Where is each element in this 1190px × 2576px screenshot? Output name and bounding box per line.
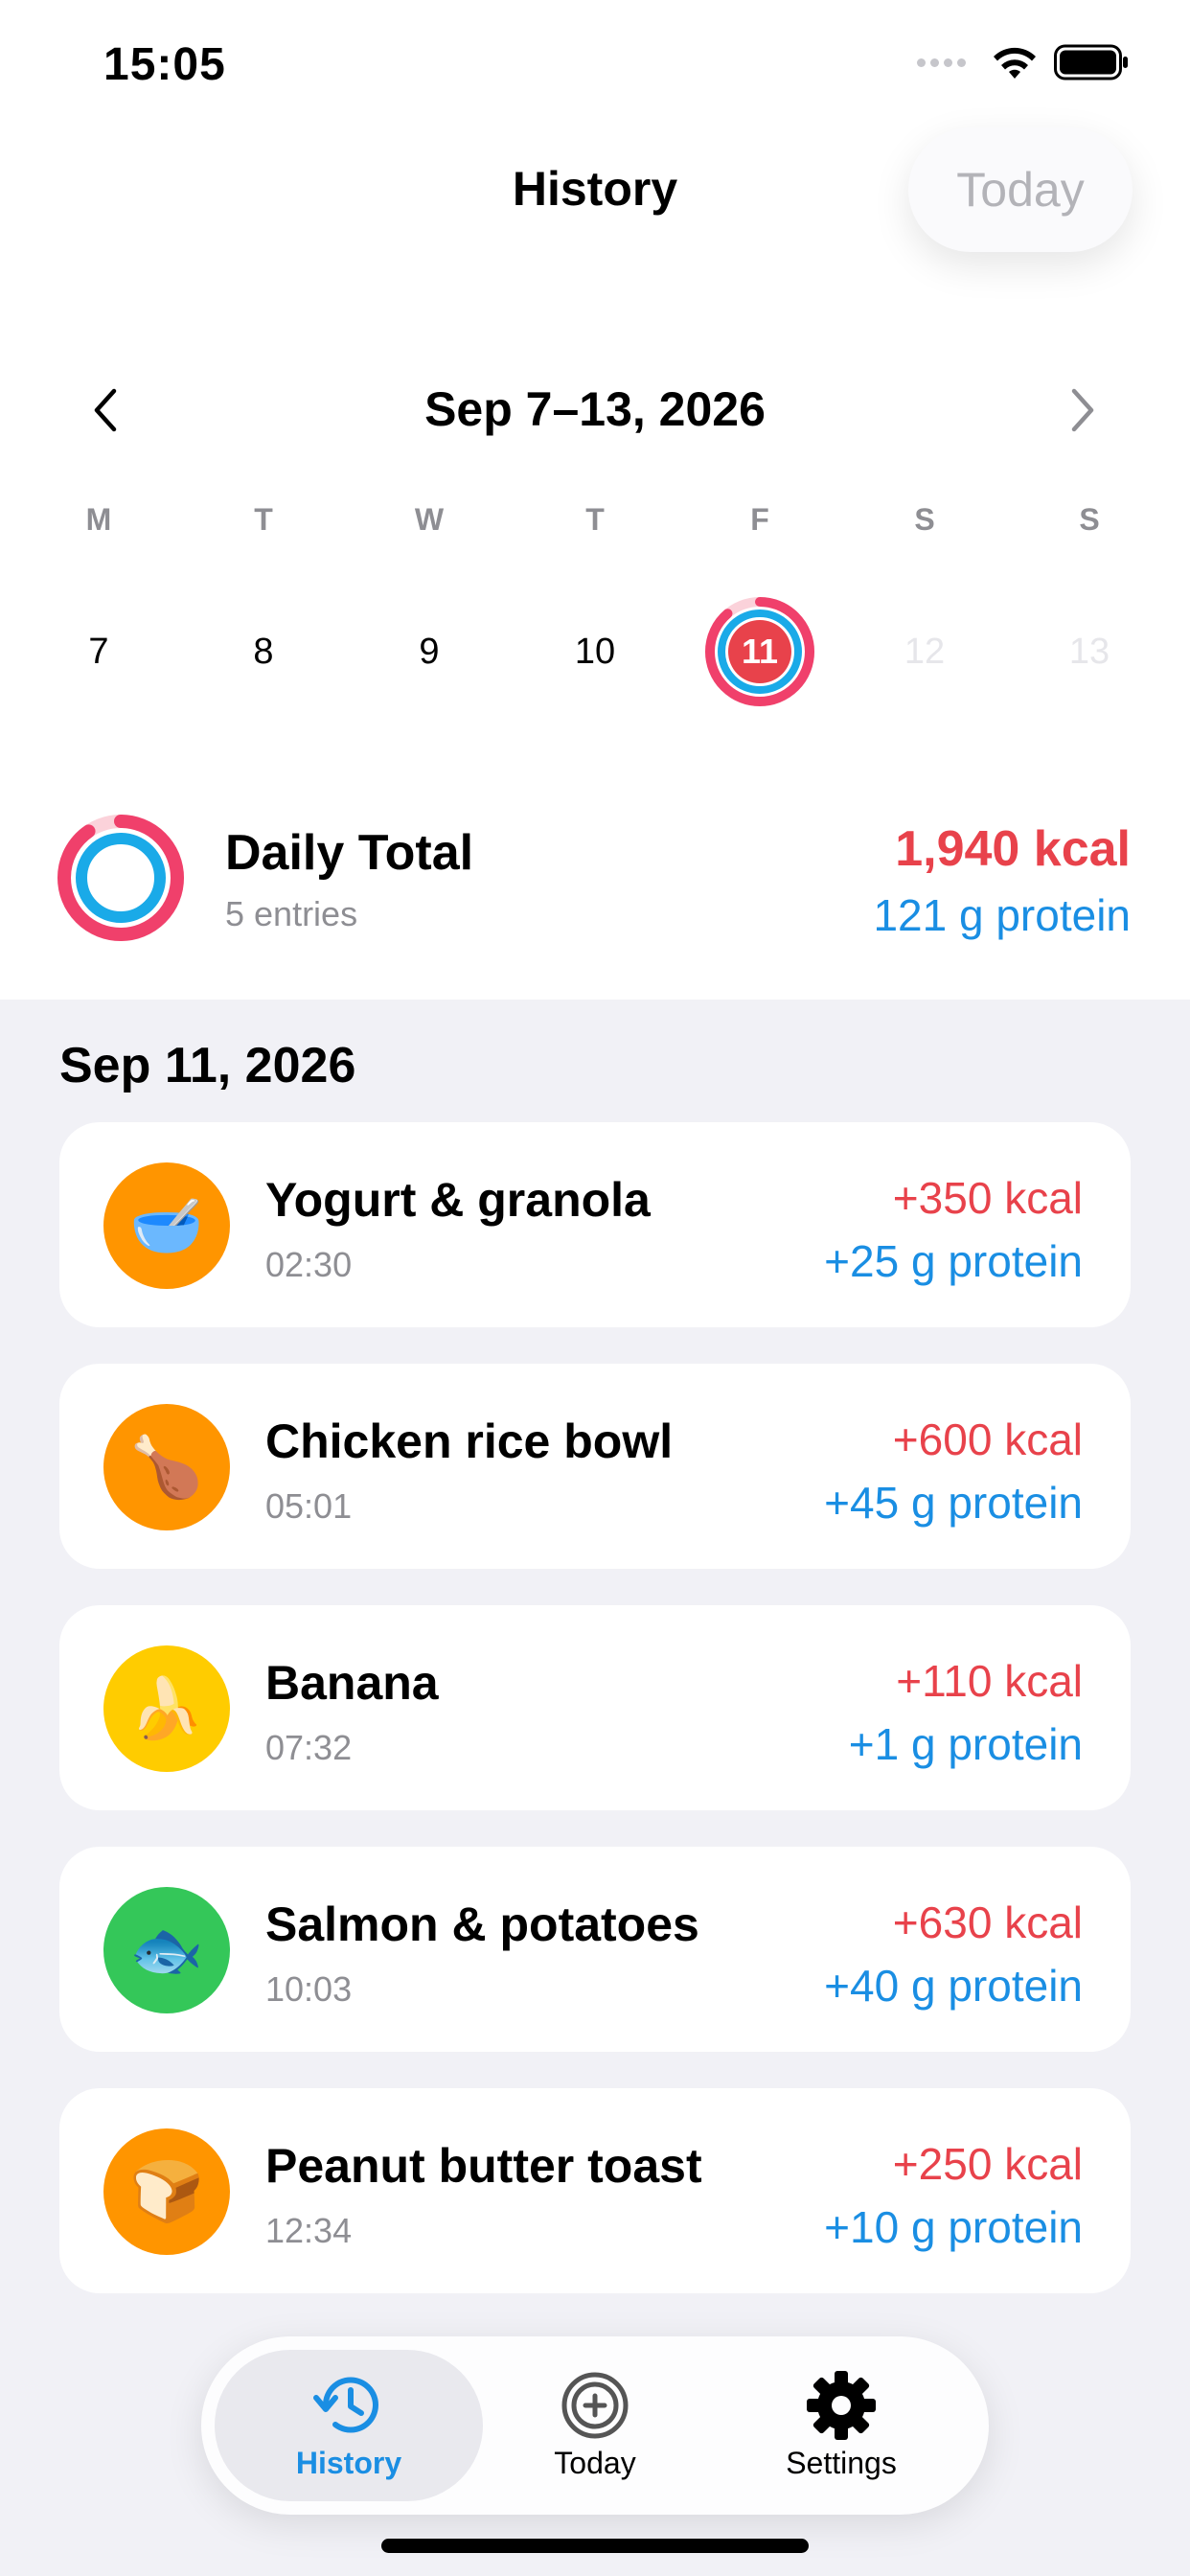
day-heading: Sep 11, 2026 xyxy=(59,1038,356,1093)
fish-icon: 🐟 xyxy=(103,1887,230,2013)
entry-time: 05:01 xyxy=(265,1486,353,1526)
entry-kcal: +630 kcal xyxy=(892,1898,1083,1947)
gear-icon xyxy=(807,2371,876,2440)
bowl-icon: 🥣 xyxy=(103,1162,230,1289)
date-label: 12 xyxy=(904,631,946,672)
date-cell-13: 13 xyxy=(1032,594,1147,709)
daily-total-entries: 5 entries xyxy=(225,894,358,933)
tab-label: Settings xyxy=(786,2446,897,2480)
date-cell-9[interactable]: 9 xyxy=(372,594,487,709)
battery-icon xyxy=(1054,44,1128,80)
entry-protein: +40 g protein xyxy=(824,1961,1083,2011)
daily-total-kcal: 1,940 kcal xyxy=(895,821,1131,877)
tab-history[interactable]: History xyxy=(215,2350,483,2501)
chevron-right-icon xyxy=(1071,388,1094,432)
weekday-label: S xyxy=(914,502,935,537)
banana-icon: 🍌 xyxy=(103,1645,230,1772)
history-clock-icon xyxy=(313,2377,378,2433)
cellular-dots-icon xyxy=(917,58,966,67)
entry-time: 07:32 xyxy=(265,1728,353,1767)
entry-kcal: +250 kcal xyxy=(892,2139,1083,2189)
weekday-label: M xyxy=(85,502,112,537)
entry-card[interactable]: 🍌 Banana 07:32 +110 kcal +1 g protein xyxy=(59,1605,1131,1810)
weekday-label: W xyxy=(414,502,445,537)
status-time: 15:05 xyxy=(103,39,226,90)
date-label: 11 xyxy=(741,632,779,671)
date-row: 7 8 9 10 11 12 13 xyxy=(0,594,1190,728)
weekday-label: S xyxy=(1079,502,1100,537)
entry-time: 12:34 xyxy=(265,2211,353,2250)
entry-kcal: +350 kcal xyxy=(892,1173,1083,1223)
drumstick-icon: 🍗 xyxy=(103,1404,230,1530)
tab-today[interactable]: Today xyxy=(461,2350,729,2501)
daily-progress-ring-icon xyxy=(57,815,184,941)
date-label: 8 xyxy=(253,631,274,672)
entry-kcal: +600 kcal xyxy=(892,1414,1083,1464)
weekday-label: F xyxy=(750,502,769,537)
daily-total-protein: 121 g protein xyxy=(873,890,1131,940)
weekday-row: M T W T F S S xyxy=(0,502,1190,540)
bread-icon: 🍞 xyxy=(103,2128,230,2255)
entry-card[interactable]: 🍗 Chicken rice bowl 05:01 +600 kcal +45 … xyxy=(59,1364,1131,1569)
tab-label: Today xyxy=(554,2446,636,2480)
date-label: 7 xyxy=(88,631,109,672)
date-label: 9 xyxy=(419,631,440,672)
date-cell-10[interactable]: 10 xyxy=(538,594,652,709)
entry-protein: +1 g protein xyxy=(848,1719,1083,1769)
entry-name: Salmon & potatoes xyxy=(265,1898,699,1951)
home-indicator xyxy=(381,2539,809,2553)
entry-name: Yogurt & granola xyxy=(265,1173,651,1227)
entry-protein: +45 g protein xyxy=(824,1478,1083,1528)
target-plus-icon xyxy=(561,2372,629,2439)
entry-protein: +10 g protein xyxy=(824,2202,1083,2252)
entry-protein: +25 g protein xyxy=(824,1236,1083,1286)
date-label: 10 xyxy=(574,631,616,672)
next-week-button[interactable] xyxy=(1054,381,1111,439)
entry-time: 10:03 xyxy=(265,1969,353,2009)
date-label: 13 xyxy=(1068,631,1110,672)
entry-card[interactable]: 🍞 Peanut butter toast 12:34 +250 kcal +1… xyxy=(59,2088,1131,2293)
entry-name: Peanut butter toast xyxy=(265,2139,702,2193)
entry-kcal: +110 kcal xyxy=(896,1656,1083,1706)
entry-name: Banana xyxy=(265,1656,439,1710)
wifi-icon xyxy=(994,47,1036,79)
date-cell-8[interactable]: 8 xyxy=(206,594,321,709)
weekday-label: T xyxy=(254,502,273,537)
status-icons xyxy=(917,44,1129,80)
entry-card[interactable]: 🐟 Salmon & potatoes 10:03 +630 kcal +40 … xyxy=(59,1847,1131,2052)
entry-name: Chicken rice bowl xyxy=(265,1414,674,1468)
today-button[interactable]: Today xyxy=(908,127,1133,252)
entry-card[interactable]: 🥣 Yogurt & granola 02:30 +350 kcal +25 g… xyxy=(59,1122,1131,1327)
tab-label: History xyxy=(295,2446,402,2480)
weekday-label: T xyxy=(585,502,605,537)
tab-settings[interactable]: Settings xyxy=(707,2350,975,2501)
tab-bar: History Today Settings xyxy=(201,2336,989,2515)
daily-total-title: Daily Total xyxy=(225,825,474,881)
date-cell-12: 12 xyxy=(867,594,982,709)
week-range-label: Sep 7–13, 2026 xyxy=(424,382,766,436)
date-cell-7[interactable]: 7 xyxy=(41,594,156,709)
date-cell-11-selected[interactable]: 11 xyxy=(702,594,817,709)
entry-time: 02:30 xyxy=(265,1245,353,1284)
